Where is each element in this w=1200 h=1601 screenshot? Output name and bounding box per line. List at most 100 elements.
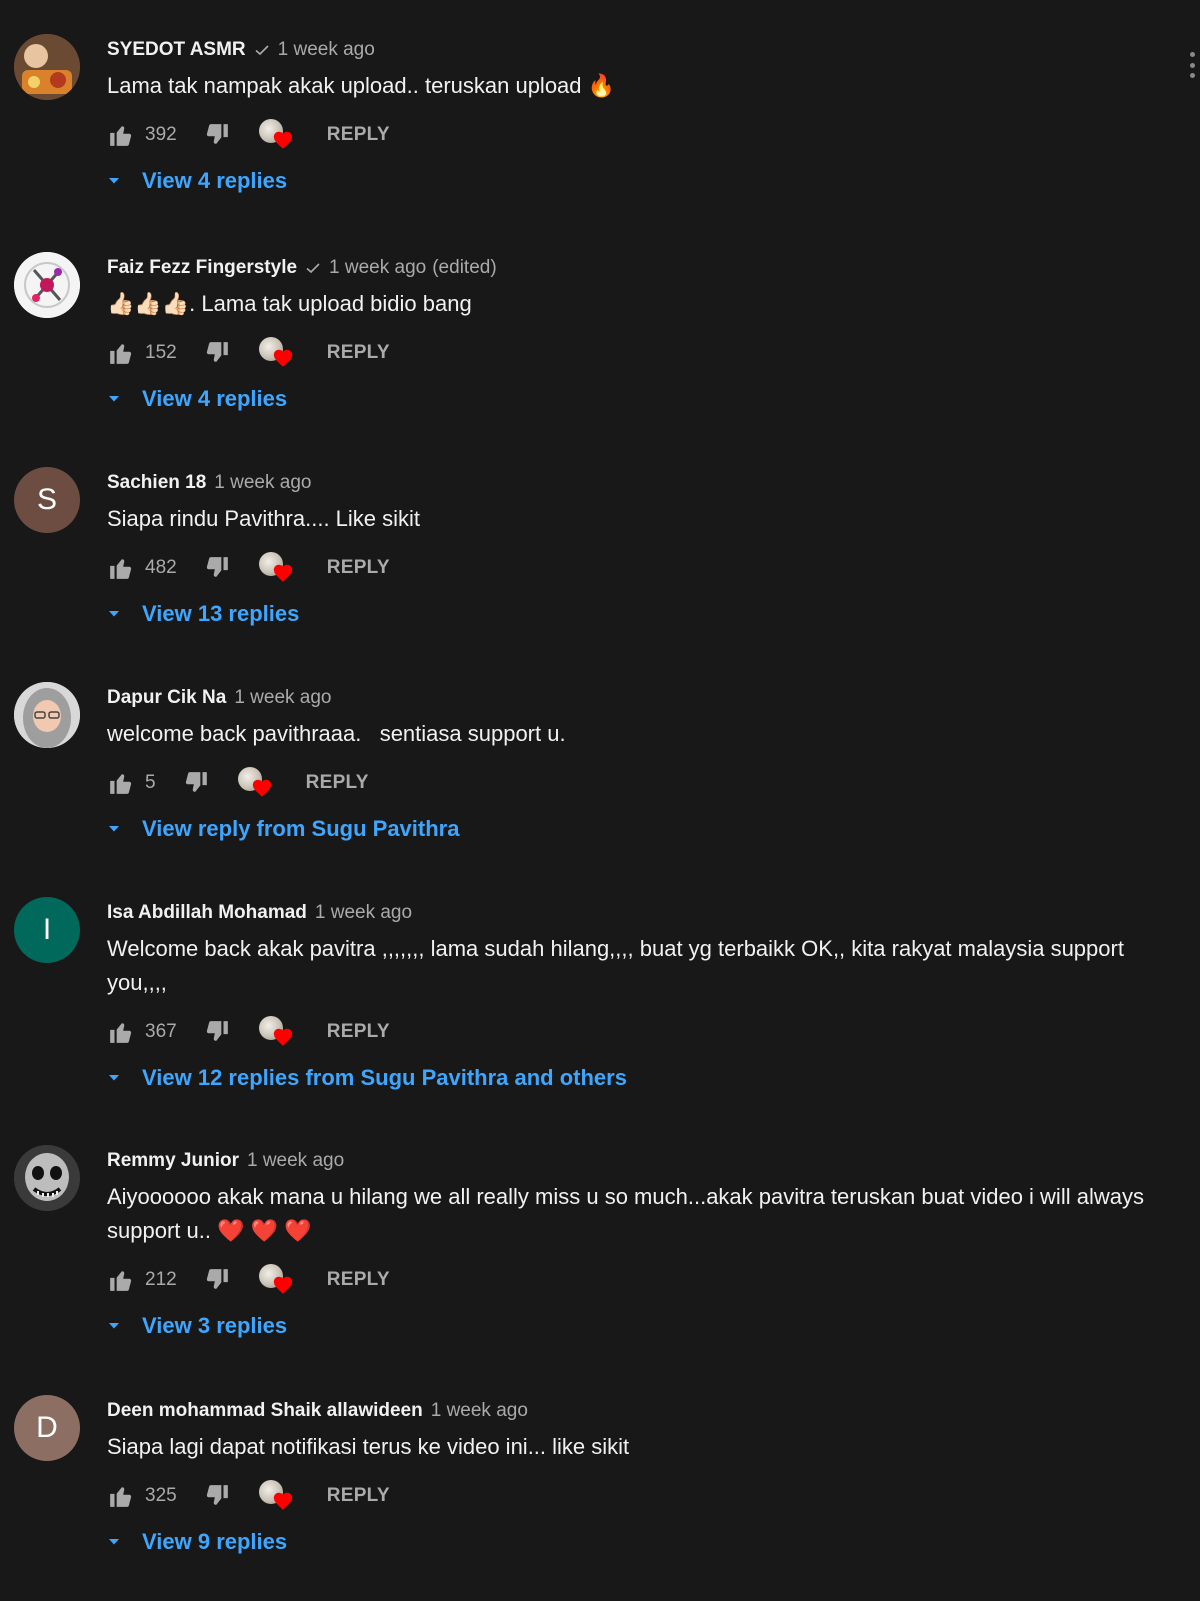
- thumb-up-icon[interactable]: [107, 121, 135, 149]
- thumb-up-icon[interactable]: [107, 339, 135, 367]
- like-count: 482: [145, 557, 177, 578]
- comment-header: Faiz Fezz Fingerstyle 1 week ago (edited…: [107, 252, 1150, 284]
- thumb-up-icon[interactable]: [107, 1482, 135, 1510]
- like-count: 152: [145, 342, 177, 363]
- comment-header: Isa Abdillah Mohamad 1 week ago: [107, 897, 1150, 929]
- thumb-down-icon[interactable]: [203, 1266, 231, 1294]
- avatar-letter: S: [36, 483, 57, 516]
- view-replies-button[interactable]: View reply from Sugu Pavithra: [107, 811, 1150, 847]
- author-name[interactable]: Deen mohammad Shaik allawideen: [107, 1395, 423, 1427]
- avatar[interactable]: [14, 252, 80, 318]
- check-icon: [254, 42, 270, 58]
- comment-time[interactable]: 1 week ago: [278, 34, 375, 66]
- view-replies-button[interactable]: View 3 replies: [107, 1308, 1150, 1344]
- comment-actions: 5 REPLY: [107, 765, 1150, 801]
- thumb-down-icon[interactable]: [203, 121, 231, 149]
- author-name[interactable]: SYEDOT ASMR: [107, 34, 246, 66]
- caret-down-icon: [107, 174, 121, 188]
- creator-heart-icon: [258, 1480, 295, 1512]
- author-name[interactable]: Dapur Cik Na: [107, 682, 226, 714]
- avatar-letter: I: [42, 913, 52, 946]
- comment-time[interactable]: 1 week ago: [214, 467, 311, 499]
- caret-down-icon: [107, 1535, 121, 1549]
- comment-body: Remmy Junior 1 week ago Aiyoooooo akak m…: [107, 1145, 1150, 1344]
- view-replies-button[interactable]: View 4 replies: [107, 381, 1150, 417]
- author-name[interactable]: Isa Abdillah Mohamad: [107, 897, 307, 929]
- comment-body: SYEDOT ASMR 1 week ago Lama tak nampak a…: [107, 34, 1150, 199]
- comment-actions: 392 REPLY: [107, 117, 1150, 153]
- creator-heart-icon: [258, 552, 295, 584]
- author-name[interactable]: Remmy Junior: [107, 1145, 239, 1177]
- comment-actions: 482 REPLY: [107, 550, 1150, 586]
- thumb-down-icon[interactable]: [203, 1018, 231, 1046]
- comment-header: Dapur Cik Na 1 week ago: [107, 682, 1150, 714]
- view-replies-button[interactable]: View 13 replies: [107, 596, 1150, 632]
- avatar[interactable]: S: [14, 467, 80, 533]
- comment-text: Aiyoooooo akak mana u hilang we all real…: [107, 1184, 1151, 1243]
- comment-body: Faiz Fezz Fingerstyle 1 week ago (edited…: [107, 252, 1150, 417]
- creator-heart-icon: [258, 1016, 295, 1048]
- author-name[interactable]: Faiz Fezz Fingerstyle: [107, 252, 297, 284]
- avatar[interactable]: I: [14, 897, 80, 963]
- comment-header: SYEDOT ASMR 1 week ago: [107, 34, 1150, 66]
- comment-text: Siapa rindu Pavithra.... Like sikit: [107, 506, 421, 531]
- comments-section: SYEDOT ASMR 1 week ago Lama tak nampak a…: [0, 0, 1200, 1601]
- comment-header: Remmy Junior 1 week ago: [107, 1145, 1150, 1177]
- food-photo-avatar-icon: [14, 34, 80, 100]
- avatar[interactable]: [14, 682, 80, 748]
- thumb-up-icon[interactable]: [107, 1266, 135, 1294]
- reply-button[interactable]: REPLY: [327, 557, 390, 579]
- view-replies-label: View 4 replies: [142, 168, 288, 193]
- comment-body: Isa Abdillah Mohamad 1 week ago Welcome …: [107, 897, 1150, 1096]
- thumb-up-icon[interactable]: [107, 1018, 135, 1046]
- avatar[interactable]: [14, 1145, 80, 1211]
- thumb-down-icon[interactable]: [203, 339, 231, 367]
- comment-time[interactable]: 1 week ago: [329, 252, 426, 284]
- view-replies-button[interactable]: View 4 replies: [107, 163, 1150, 199]
- author-name[interactable]: Sachien 18: [107, 467, 206, 499]
- comment-body: Dapur Cik Na 1 week ago welcome back pav…: [107, 682, 1150, 847]
- reply-button[interactable]: REPLY: [327, 1485, 390, 1507]
- reply-button[interactable]: REPLY: [327, 342, 390, 364]
- view-replies-button[interactable]: View 12 replies from Sugu Pavithra and o…: [107, 1060, 1150, 1096]
- view-replies-button[interactable]: View 9 replies: [107, 1524, 1150, 1560]
- comment-time[interactable]: 1 week ago: [431, 1395, 528, 1427]
- caret-down-icon: [107, 607, 121, 621]
- view-replies-label: View reply from Sugu Pavithra: [142, 816, 460, 841]
- caret-down-icon: [107, 392, 121, 406]
- comment-text: Siapa lagi dapat notifikasi terus ke vid…: [107, 1434, 630, 1459]
- comment-time[interactable]: 1 week ago: [247, 1145, 344, 1177]
- creator-heart-icon: [258, 1264, 295, 1296]
- avatar[interactable]: [14, 34, 80, 100]
- creator-heart-icon: [258, 337, 295, 369]
- comment-actions: 212 REPLY: [107, 1262, 1150, 1298]
- caret-down-icon: [107, 1071, 121, 1085]
- thumb-down-icon[interactable]: [203, 554, 231, 582]
- thumb-up-icon[interactable]: [107, 769, 135, 797]
- thumb-up-icon[interactable]: [107, 554, 135, 582]
- like-count: 392: [145, 124, 177, 145]
- reply-button[interactable]: REPLY: [327, 1269, 390, 1291]
- check-icon: [305, 260, 321, 276]
- comment-time[interactable]: 1 week ago: [315, 897, 412, 929]
- comment-text: Lama tak nampak akak upload.. teruskan u…: [107, 73, 616, 98]
- reply-button[interactable]: REPLY: [327, 1021, 390, 1043]
- comment-time[interactable]: 1 week ago: [234, 682, 331, 714]
- reply-button[interactable]: REPLY: [327, 124, 390, 146]
- view-replies-label: View 3 replies: [142, 1313, 288, 1338]
- creator-heart-icon: [258, 119, 295, 151]
- avatar[interactable]: D: [14, 1395, 80, 1461]
- comment-text: Welcome back akak pavitra ,,,,,,, lama s…: [107, 936, 1131, 995]
- like-count: 5: [145, 772, 156, 793]
- comment-actions: 152 REPLY: [107, 335, 1150, 371]
- reply-button[interactable]: REPLY: [306, 772, 369, 794]
- thumb-down-icon[interactable]: [203, 1482, 231, 1510]
- comment-body: Deen mohammad Shaik allawideen 1 week ag…: [107, 1395, 1150, 1560]
- view-replies-label: View 9 replies: [142, 1529, 288, 1554]
- avatar-letter: D: [36, 1411, 58, 1444]
- comment-body: Sachien 18 1 week ago Siapa rindu Pavith…: [107, 467, 1150, 632]
- like-count: 367: [145, 1021, 177, 1042]
- thumb-down-icon[interactable]: [182, 769, 210, 797]
- comment-text: welcome back pavithraaa. sentiasa suppor…: [107, 721, 566, 746]
- more-options-icon[interactable]: [1188, 52, 1196, 78]
